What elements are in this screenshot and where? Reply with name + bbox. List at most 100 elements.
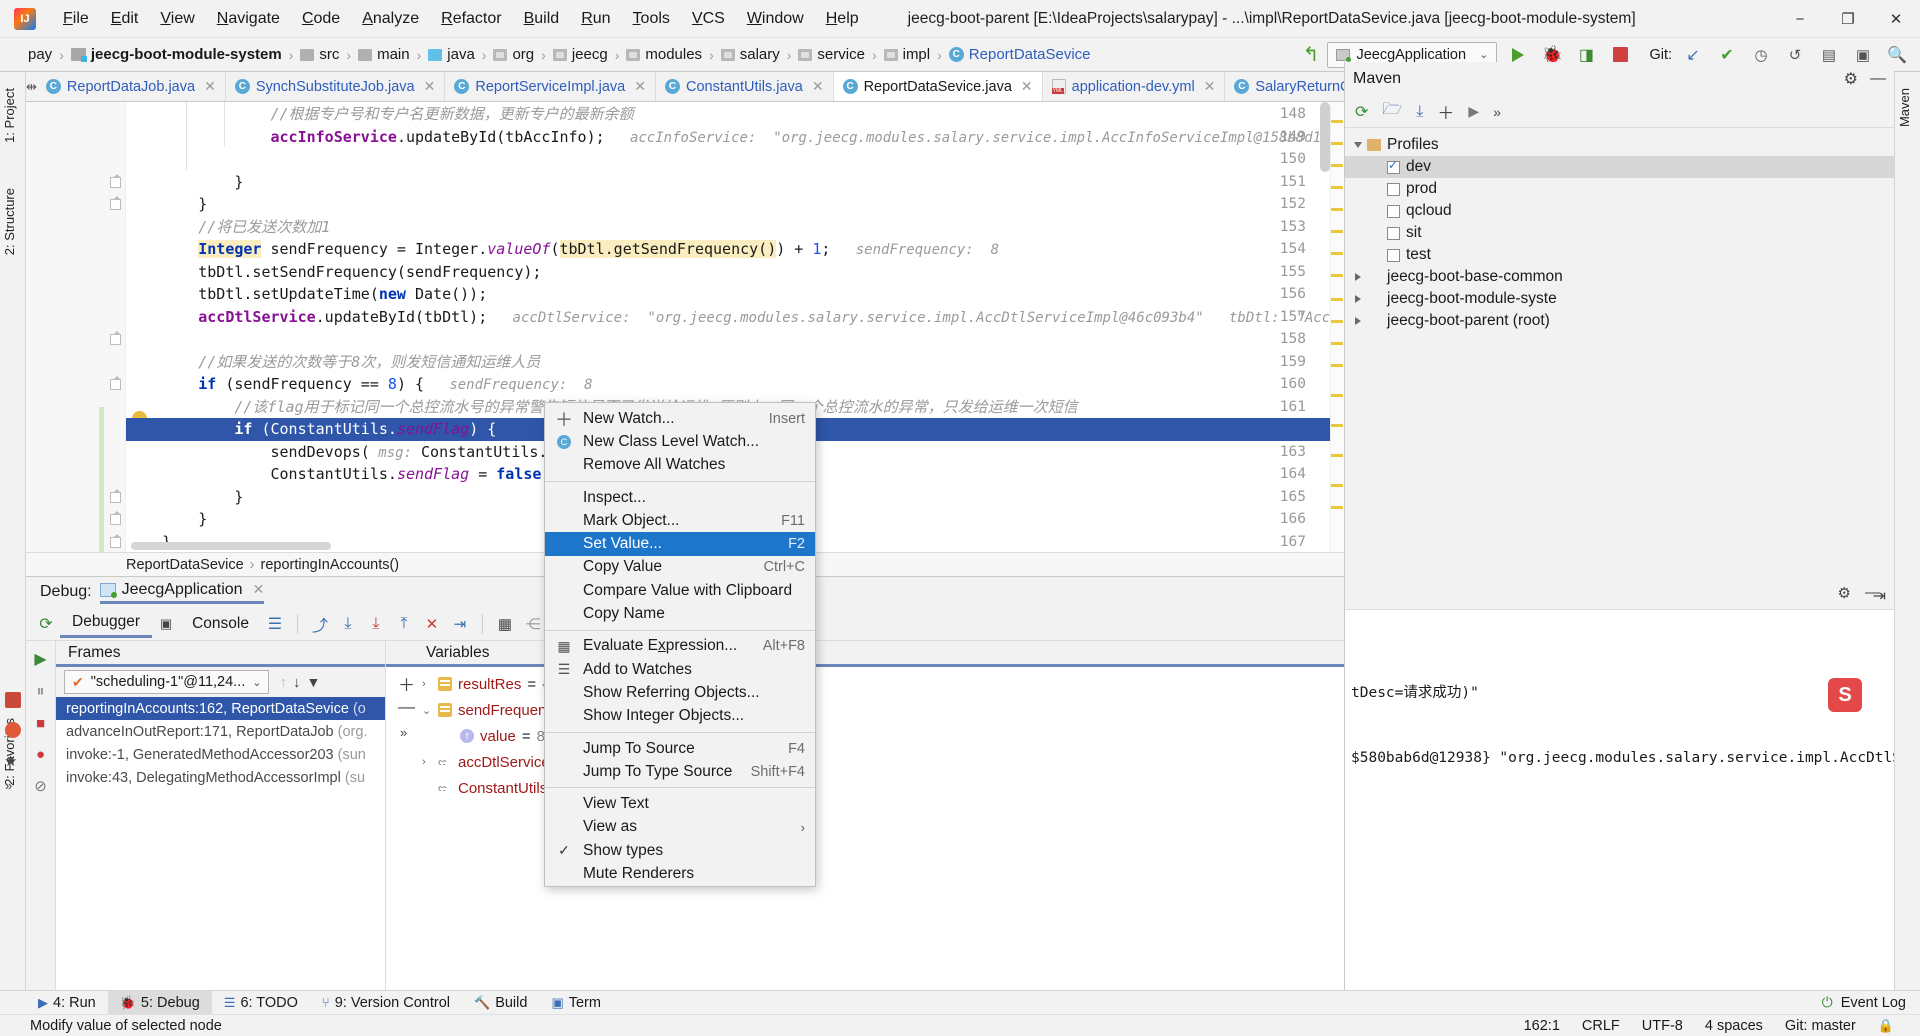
variable-row[interactable]: ›resultRes = {ResultI: [386, 671, 1344, 697]
thread-selector[interactable]: ✔ "scheduling-1"@11,24... ⌄: [64, 670, 269, 694]
breadcrumb-item-service[interactable]: service: [796, 46, 867, 63]
variable-row[interactable]: ›∞accDtlService = {Ac: [386, 749, 1344, 775]
tool-window-button-term[interactable]: ▣Term: [539, 991, 613, 1015]
menu-run[interactable]: Run: [570, 6, 621, 32]
menu-refactor[interactable]: Refactor: [430, 6, 512, 32]
menu-edit[interactable]: Edit: [100, 6, 150, 32]
breadcrumb-item-java[interactable]: java: [426, 46, 477, 63]
move-up-icon[interactable]: ↑: [279, 674, 287, 691]
code-line-148[interactable]: //根据专户号和专户名更新数据，更新专户的最新余额: [126, 103, 1344, 126]
filter-icon[interactable]: ▼: [306, 674, 320, 690]
more-watch-icon[interactable]: »: [400, 725, 407, 740]
code-line-159[interactable]: //如果发送的次数等于8次，则发短信通知运维人员: [126, 351, 1344, 374]
maven-tree-item-jeecg-boot-base-common[interactable]: jeecg-boot-base-common: [1345, 266, 1894, 288]
hide-icon[interactable]: —: [1870, 70, 1886, 88]
context-menu-item-show-referring-objects[interactable]: Show Referring Objects...: [545, 681, 815, 704]
context-menu-item-remove-all-watches[interactable]: Remove All Watches: [545, 454, 815, 477]
frames-pane[interactable]: Frames ✔ "scheduling-1"@11,24... ⌄ ↑ ↓ ▼…: [56, 641, 386, 994]
fold-marker-icon[interactable]: [110, 379, 121, 390]
evaluate-expression-icon[interactable]: ▦: [491, 611, 519, 637]
context-menu-item-copy-value[interactable]: Copy ValueCtrl+C: [545, 556, 815, 579]
move-down-icon[interactable]: ↓: [293, 674, 301, 691]
menu-file[interactable]: File: [52, 6, 100, 32]
variable-row[interactable]: ⌄sendFrequency = {: [386, 697, 1344, 723]
plus-icon[interactable]: ＋: [1437, 99, 1454, 124]
fold-marker-icon[interactable]: [110, 199, 121, 210]
close-icon[interactable]: ✕: [1021, 78, 1033, 95]
settings-icon[interactable]: ⋲: [519, 611, 547, 637]
menu-vcs[interactable]: VCS: [681, 6, 736, 32]
menu-navigate[interactable]: Navigate: [206, 6, 291, 32]
back-arrow-icon[interactable]: ↰: [1303, 42, 1320, 67]
breadcrumb-item-impl[interactable]: impl: [882, 46, 933, 63]
close-icon[interactable]: ✕: [812, 78, 824, 95]
frame-item[interactable]: invoke:43, DelegatingMethodAccessorImpl …: [56, 766, 385, 789]
context-menu-item-jump-to-type-source[interactable]: Jump To Type SourceShift+F4: [545, 760, 815, 783]
tool-window-button-5-debug[interactable]: 🐞5: Debug: [108, 991, 212, 1015]
debugger-context-menu[interactable]: ＋New Watch...InsertCNew Class Level Watc…: [544, 402, 816, 887]
maven-tree-item-profiles[interactable]: Profiles: [1345, 134, 1894, 156]
editor-gutter[interactable]: [26, 102, 126, 552]
sidebar-item-project[interactable]: 1: Project: [0, 82, 24, 149]
checkbox[interactable]: [1387, 183, 1400, 196]
fold-marker-icon[interactable]: [110, 537, 121, 548]
file-encoding[interactable]: UTF-8: [1642, 1018, 1683, 1034]
code-line-153[interactable]: //将已发送次数加1: [126, 216, 1344, 239]
breadcrumb-item-pay[interactable]: pay: [26, 46, 54, 63]
sidebar-item-structure[interactable]: 2: Structure: [0, 182, 24, 261]
menu-analyze[interactable]: Analyze: [351, 6, 430, 32]
code-line-150[interactable]: [126, 148, 1344, 171]
code-line-155[interactable]: tbDtl.setSendFrequency(sendFrequency);: [126, 261, 1344, 284]
menu-tools[interactable]: Tools: [622, 6, 681, 32]
chevron-right-icon[interactable]: ›: [422, 756, 432, 768]
download-sources-icon[interactable]: ⤓: [1416, 103, 1423, 121]
error-stripe[interactable]: [1330, 102, 1344, 552]
context-menu-item-show-integer-objects[interactable]: Show Integer Objects...: [545, 705, 815, 728]
chevron-down-icon[interactable]: ⌄: [422, 704, 432, 717]
code-line-151[interactable]: }: [126, 171, 1344, 194]
frame-item[interactable]: reportingInAccounts:162, ReportDataSevic…: [56, 697, 385, 720]
build-strip-icon[interactable]: [5, 692, 21, 708]
run-maven-goal-icon[interactable]: ▶: [1468, 103, 1479, 120]
maven-tree-item-prod[interactable]: prod: [1345, 178, 1894, 200]
variables-tree[interactable]: ›resultRes = {ResultI⌄sendFrequency = {v…: [386, 667, 1344, 801]
more-strip-icon[interactable]: »: [5, 778, 12, 793]
lock-icon[interactable]: 🔒: [1878, 1018, 1894, 1034]
editor-vertical-scrollbar[interactable]: [1320, 102, 1330, 172]
remove-watch-icon[interactable]: —: [398, 697, 415, 717]
tool-window-button-9-version-control[interactable]: ⑂9: Version Control: [310, 991, 462, 1015]
tab-console[interactable]: Console: [180, 611, 261, 637]
close-button[interactable]: ✕: [1872, 0, 1920, 38]
variable-row[interactable]: value = 8: [386, 723, 1344, 749]
close-icon[interactable]: ✕: [1204, 78, 1216, 95]
context-menu-item-new-class-level-watch[interactable]: CNew Class Level Watch...: [545, 430, 815, 453]
editor-tab-constantutils-java[interactable]: CConstantUtils.java✕: [656, 72, 834, 101]
maven-tree-item-test[interactable]: test: [1345, 244, 1894, 266]
variables-pane[interactable]: Variables ＋ — » ›resultRes = {ResultI⌄se…: [386, 641, 1344, 994]
step-out-icon[interactable]: ⤒: [390, 611, 418, 637]
editor-tab-reportdatasevice-java[interactable]: CReportDataSevice.java✕: [834, 72, 1043, 101]
editor-tab-application-dev-yml[interactable]: application-dev.yml✕: [1043, 72, 1226, 101]
breadcrumb-class[interactable]: ReportDataSevice: [126, 557, 244, 573]
code-line-154[interactable]: Integer sendFrequency = Integer.valueOf(…: [126, 238, 1344, 261]
stop-icon[interactable]: ■: [36, 715, 45, 732]
context-menu-item-evaluate-expression[interactable]: ▦Evaluate Expression...Alt+F8: [545, 635, 815, 658]
run-to-cursor-icon[interactable]: ⇥: [446, 611, 474, 637]
line-separator[interactable]: CRLF: [1582, 1018, 1620, 1034]
code-line-157[interactable]: accDtlService.updateById(tbDtl); accDtlS…: [126, 306, 1344, 329]
caret-position[interactable]: 162:1: [1524, 1018, 1560, 1034]
breadcrumb-method[interactable]: reportingInAccounts(): [261, 557, 400, 573]
code-line-156[interactable]: tbDtl.setUpdateTime(new Date());: [126, 283, 1344, 306]
chevron-right-icon[interactable]: [1355, 317, 1361, 325]
mute-breakpoints-icon[interactable]: ⊘: [34, 777, 47, 795]
chevron-right-icon[interactable]: [1355, 273, 1361, 281]
debug-session-tab[interactable]: JeecgApplication ✕: [100, 581, 265, 604]
menu-help[interactable]: Help: [815, 6, 870, 32]
editor-horizontal-scrollbar[interactable]: [131, 542, 331, 550]
checkbox[interactable]: [1387, 205, 1400, 218]
close-icon[interactable]: ✕: [634, 78, 646, 95]
breadcrumb-item-jeecg[interactable]: jeecg: [551, 46, 610, 63]
add-watch-icon[interactable]: ＋: [398, 671, 415, 696]
breadcrumb-item-org[interactable]: org: [491, 46, 536, 63]
code-line-158[interactable]: [126, 328, 1344, 351]
